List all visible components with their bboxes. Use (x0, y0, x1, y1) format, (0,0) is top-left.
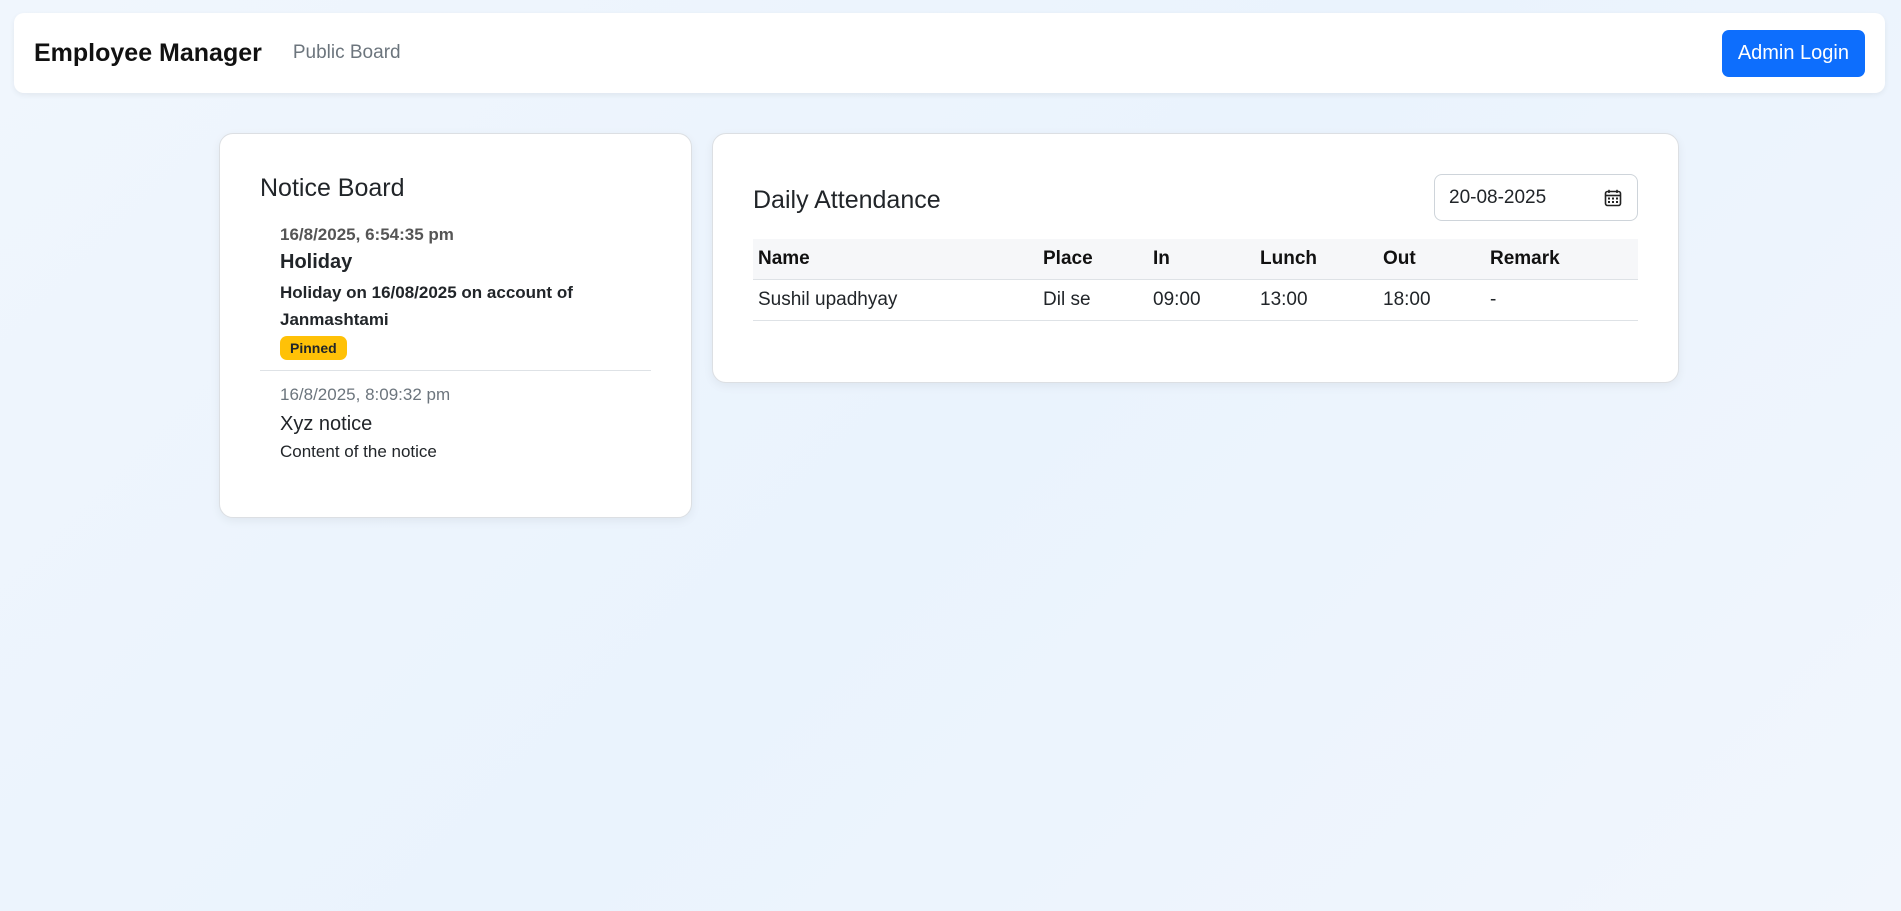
cell-remark: - (1485, 279, 1638, 321)
notice-date: 16/8/2025, 8:09:32 pm (280, 385, 451, 404)
attendance-table: Name Place In Lunch Out Remark Sushil up… (753, 239, 1638, 321)
attendance-title: Daily Attendance (753, 186, 941, 214)
cell-out: 18:00 (1378, 279, 1485, 321)
cell-lunch: 13:00 (1255, 279, 1378, 321)
col-header-place: Place (1038, 239, 1148, 280)
pinned-badge: Pinned (280, 336, 347, 360)
notice-title: Holiday (280, 251, 353, 273)
brand-title[interactable]: Employee Manager (34, 39, 262, 68)
table-row: Sushil upadhyay Dil se 09:00 13:00 18:00… (753, 279, 1638, 321)
top-navbar: Employee Manager Public Board Admin Logi… (14, 13, 1885, 93)
attendance-header: Daily Attendance 20-08-2025 (753, 174, 1638, 221)
cell-place: Dil se (1038, 279, 1148, 321)
notice-item: 16/8/2025, 6:54:35 pm Holiday Holiday on… (260, 225, 651, 371)
cell-name: Sushil upadhyay (753, 279, 1038, 321)
date-picker-input[interactable]: 20-08-2025 (1434, 174, 1638, 221)
notice-board-card: Notice Board 16/8/2025, 6:54:35 pm Holid… (219, 133, 692, 518)
notice-date: 16/8/2025, 6:54:35 pm (280, 225, 454, 244)
col-header-in: In (1148, 239, 1255, 280)
daily-attendance-card: Daily Attendance 20-08-2025 Name Place I… (712, 133, 1679, 383)
admin-login-button[interactable]: Admin Login (1721, 29, 1865, 77)
calendar-icon[interactable] (1603, 188, 1623, 208)
table-header-row: Name Place In Lunch Out Remark (753, 239, 1638, 280)
col-header-remark: Remark (1485, 239, 1638, 280)
notice-title: Xyz notice (280, 413, 373, 435)
notice-content: Holiday on 16/08/2025 on account of Janm… (280, 283, 573, 329)
col-header-out: Out (1378, 239, 1485, 280)
notice-board-title: Notice Board (260, 174, 405, 202)
notice-item: 16/8/2025, 8:09:32 pm Xyz notice Content… (260, 371, 651, 465)
date-value: 20-08-2025 (1449, 186, 1547, 208)
public-board-link[interactable]: Public Board (293, 42, 401, 64)
cell-in: 09:00 (1148, 279, 1255, 321)
col-header-lunch: Lunch (1255, 239, 1378, 280)
notice-list: 16/8/2025, 6:54:35 pm Holiday Holiday on… (260, 225, 651, 465)
notice-content: Content of the notice (280, 442, 437, 461)
col-header-name: Name (753, 239, 1038, 280)
